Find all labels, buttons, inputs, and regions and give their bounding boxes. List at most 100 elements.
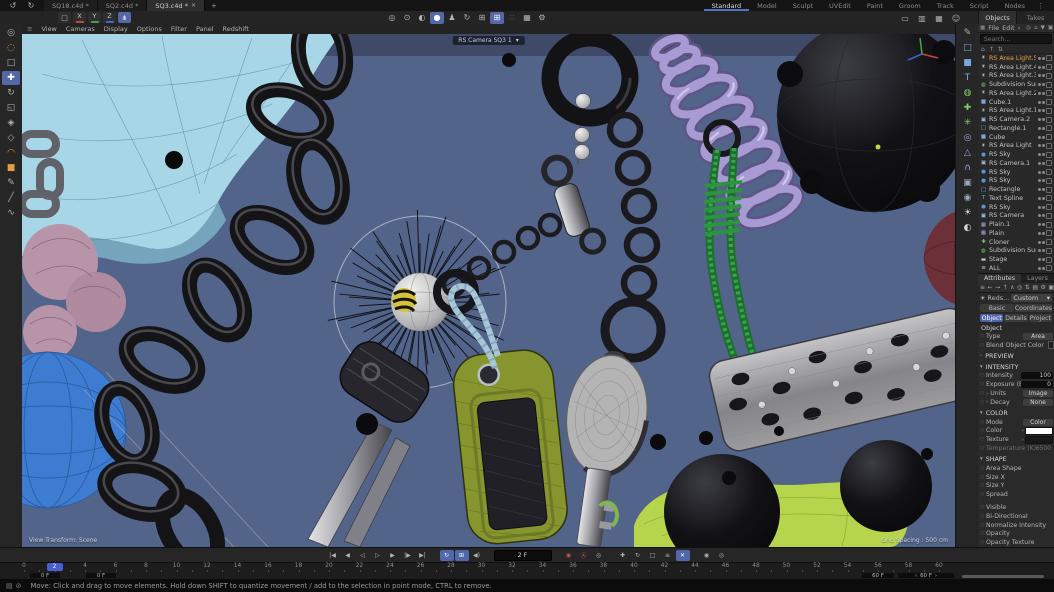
checkbox[interactable] <box>1048 341 1054 349</box>
arc-tool-icon[interactable]: ◠ <box>2 146 20 160</box>
visibility-toggles[interactable] <box>1038 248 1052 254</box>
attr-tab-coordinates[interactable]: Coordinates <box>1015 304 1052 312</box>
visibility-toggles[interactable] <box>1038 178 1052 184</box>
attr-row-size-y[interactable]: ○Size Y <box>978 482 1054 491</box>
attribute-mode-dropdown[interactable]: Custom ▾ <box>1011 294 1052 302</box>
spline-smooth-tool-icon[interactable]: ∿ <box>2 206 20 220</box>
solo-mode-button[interactable]: ◎ <box>715 550 729 561</box>
attr-row-exposure-ev-[interactable]: ○Exposure (EV)0 <box>978 380 1054 389</box>
texture-field[interactable] <box>1025 436 1053 444</box>
rotation-settings-icon[interactable]: ↻ <box>460 12 474 24</box>
cloner-icon[interactable]: ✚ <box>959 101 977 115</box>
attr-tab-details[interactable]: Details <box>1004 314 1027 322</box>
object-item[interactable]: ◍Subdivision Surface.1 <box>978 80 1054 89</box>
visibility-toggles[interactable] <box>1038 169 1052 175</box>
close-tab-icon[interactable]: ✕ <box>191 2 196 9</box>
viewport-menu-filter[interactable]: Filter <box>171 25 187 33</box>
object-item[interactable]: ☀RS Area Light.4 <box>978 63 1054 72</box>
prev-frame-button[interactable]: ◁ <box>356 550 370 561</box>
spline-pen-tool-icon[interactable]: ✎ <box>959 26 977 40</box>
light-icon[interactable]: ☀ <box>959 206 977 220</box>
visibility-toggles[interactable] <box>1038 64 1052 70</box>
search-icon[interactable]: ◎ <box>1026 25 1031 31</box>
visibility-toggles[interactable] <box>1038 213 1052 219</box>
visibility-toggles[interactable] <box>1038 125 1052 131</box>
layout-tab-paint[interactable]: Paint <box>859 0 891 11</box>
bend-deformer-icon[interactable]: ∩ <box>959 161 977 175</box>
viewport-menu-icon[interactable]: ≡ <box>27 25 32 33</box>
next-frame-button[interactable]: ▶ <box>386 550 400 561</box>
search-icon[interactable]: ◎ <box>1017 284 1022 291</box>
snap-tool-icon[interactable]: ⊞ <box>475 12 489 24</box>
tweak-tool-icon[interactable]: ■ <box>2 161 20 175</box>
visibility-toggles[interactable] <box>1038 152 1052 158</box>
playhead[interactable]: 2 <box>47 563 63 571</box>
current-frame-field[interactable]: 2 F <box>494 550 552 561</box>
correction-deformer-icon[interactable]: △ <box>959 146 977 160</box>
section-preview[interactable]: ›PREVIEW <box>978 352 1054 361</box>
object-search-input[interactable]: Search... <box>980 34 1052 44</box>
rect-selection-tool-icon[interactable]: □ <box>2 56 20 70</box>
attr-row-intensity[interactable]: ○Intensity100 <box>978 372 1054 381</box>
object-item[interactable]: ☀RS Area Light <box>978 142 1054 151</box>
cube-primitive-icon[interactable]: ■ <box>959 56 977 70</box>
spline-wrap-icon[interactable]: ◎ <box>959 131 977 145</box>
zoom-tool-icon[interactable]: ◎ <box>2 26 20 40</box>
visibility-toggles[interactable] <box>1038 239 1052 245</box>
axis-lock-z[interactable]: Z <box>103 12 116 23</box>
object-item[interactable]: ≡ALL <box>978 264 1054 273</box>
goto-start-button[interactable]: |◀ <box>326 550 340 561</box>
attr-row-decay[interactable]: ○›DecayNone <box>978 398 1054 407</box>
attr-tab-project[interactable]: Project <box>1029 314 1052 322</box>
keyframe-selection-button[interactable]: ◎ <box>592 550 606 561</box>
layout-tab-script[interactable]: Script <box>962 0 997 11</box>
redo-icon[interactable]: ↻ <box>24 0 38 12</box>
rotate-tool-icon[interactable]: ↻ <box>2 86 20 100</box>
visibility-toggles[interactable] <box>1038 195 1052 201</box>
attr-row-visible[interactable]: ○Visible <box>978 503 1054 512</box>
key-fob-object[interactable] <box>451 347 570 546</box>
new-panel-icon[interactable]: ▣ <box>1048 284 1054 291</box>
object-item[interactable]: ☀RS Area Light.1 <box>978 107 1054 116</box>
object-item[interactable]: □Rectangle.1 <box>978 124 1054 133</box>
quantize-playback-button[interactable]: ⊞ <box>455 550 469 561</box>
parent-icon[interactable]: ∧ <box>1010 284 1014 291</box>
viewport[interactable]: ≡ViewCamerasDisplayOptionsFilterPanelRed… <box>22 24 955 547</box>
asset-tool-icon[interactable]: ▦ <box>520 12 534 24</box>
goto-end-button[interactable]: ▶| <box>416 550 430 561</box>
visibility-toggles[interactable] <box>1038 55 1052 61</box>
object-item[interactable]: ▦Plain <box>978 229 1054 238</box>
workplane-tool-icon[interactable]: ⊙ <box>400 12 414 24</box>
autokey-button[interactable]: Ⓐ <box>577 550 591 561</box>
object-item[interactable]: ☀RS Area Light.3 <box>978 72 1054 81</box>
object-item[interactable]: ✚Cloner <box>978 238 1054 247</box>
attr-row-size-x[interactable]: ○Size X <box>978 473 1054 482</box>
object-item[interactable]: ◍Subdivision Surface <box>978 247 1054 256</box>
document-tab[interactable]: SQ2.c4d * <box>98 0 148 11</box>
back-icon[interactable]: ← <box>988 284 993 291</box>
record-parameter-button[interactable]: ≡ <box>661 550 675 561</box>
solo-off-button[interactable]: ◉ <box>700 550 714 561</box>
objects-menu-edit[interactable]: Edit <box>1002 24 1015 32</box>
object-item[interactable]: ▬Stage <box>978 255 1054 264</box>
layout-tab-groom[interactable]: Groom <box>891 0 929 11</box>
object-item[interactable]: ■Cube <box>978 133 1054 142</box>
object-item[interactable]: ■Cube.1 <box>978 98 1054 107</box>
object-item[interactable]: ☀RS Area Light.2 <box>978 89 1054 98</box>
pivot-tool-icon[interactable]: ◎ <box>385 12 399 24</box>
visibility-toggles[interactable] <box>1038 230 1052 236</box>
live-selection-tool-icon[interactable]: ◌ <box>2 41 20 55</box>
attr-row-area-shape[interactable]: ○Area Shape <box>978 464 1054 473</box>
tab-layers[interactable]: Layers <box>1021 274 1054 283</box>
filter-icon[interactable]: ⇅ <box>1025 284 1030 291</box>
layout-tab-sculpt[interactable]: Sculpt <box>785 0 821 11</box>
visibility-toggles[interactable] <box>1038 257 1052 263</box>
layout-overflow-icon[interactable]: ⋮ <box>1033 0 1048 11</box>
timeline-ruler[interactable]: 0 F 0 F 60 F ‹ 60 F › 024681012141618202… <box>0 562 1054 579</box>
tab-attributes[interactable]: Attributes <box>978 274 1021 283</box>
record-rotation-button[interactable]: ↻ <box>631 550 645 561</box>
attr-row-bi-directional[interactable]: ○Bi-Directional <box>978 512 1054 521</box>
visibility-toggles[interactable] <box>1038 134 1052 140</box>
render-settings-icon[interactable]: ▦ <box>932 12 946 24</box>
menu-icon[interactable]: ≡ <box>980 284 985 291</box>
